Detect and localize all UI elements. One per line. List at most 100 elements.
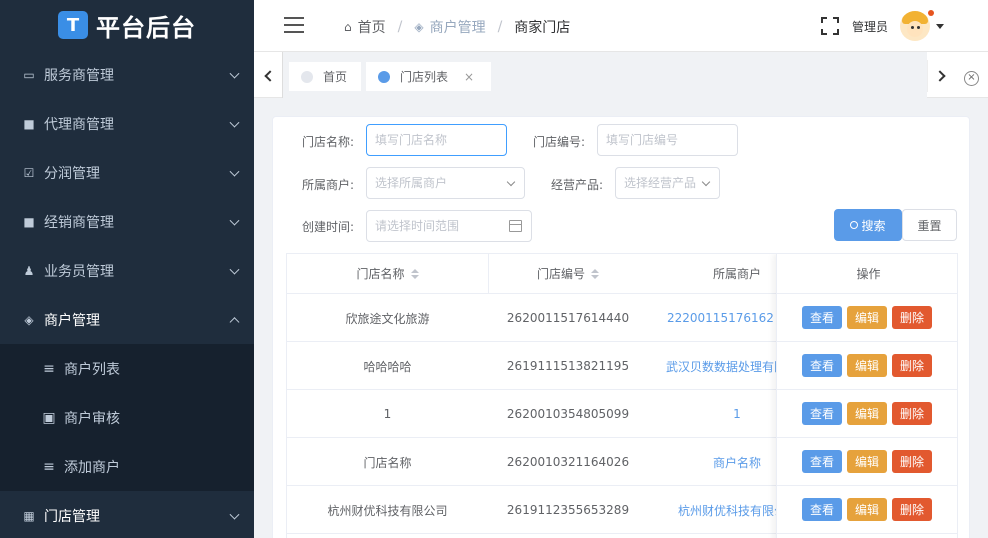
list-icon: ≡ (43, 360, 55, 377)
ops-row: 查看 编辑 删除 (777, 294, 957, 342)
store-no-label: 门店编号: (533, 135, 586, 149)
product-select-placeholder: 选择经营产品 (624, 176, 697, 190)
cell-merchant-link[interactable]: 武汉贝数数据处理有限 (666, 342, 776, 390)
ops-row: 查看 编辑 删除 (777, 390, 957, 438)
cell-merchant-link[interactable]: 商户名称 (687, 438, 787, 486)
sidebar-item-profit-share[interactable]: ☑ 分润管理 (0, 148, 254, 197)
cell-store-no: 2620010321164026 (506, 455, 630, 469)
search-button[interactable]: 搜索 (834, 209, 902, 241)
breadcrumb: ⌂ 首页 / ◈ 商户管理 / 商家门店 (344, 17, 570, 37)
view-button[interactable]: 查看 (802, 402, 842, 425)
merchant-select-placeholder: 选择所属商户 (375, 176, 448, 190)
app-title: 平台后台 (96, 13, 196, 42)
view-button[interactable]: 查看 (802, 450, 842, 473)
view-button[interactable]: 查看 (802, 354, 842, 377)
content-card: 门店名称: 填写门店名称 门店编号: 填写门店编号 所属商户: 选择所属商户 经… (272, 116, 970, 538)
store-no-input[interactable]: 填写门店编号 (597, 124, 738, 156)
delete-button[interactable]: 删除 (892, 498, 932, 521)
chevron-down-icon (229, 166, 240, 177)
sidebar-item-label: 业务员管理 (44, 263, 114, 280)
sidebar-item-distributor[interactable]: ■ 经销商管理 (0, 197, 254, 246)
user-icon: ♟ (23, 263, 35, 278)
logo-icon: T (58, 11, 88, 39)
sort-icon[interactable] (410, 268, 419, 279)
home-icon: ⌂ (344, 20, 352, 34)
ops-row: 查看 编辑 删除 (777, 438, 957, 486)
sidebar-item-label: 门店管理 (44, 508, 100, 525)
col-header-label: 所属商户 (712, 267, 761, 281)
chevron-down-icon (229, 117, 240, 128)
calendar-icon (509, 220, 522, 232)
cell-merchant-link[interactable]: 1 (687, 390, 787, 438)
view-button[interactable]: 查看 (802, 306, 842, 329)
edit-button[interactable]: 编辑 (847, 402, 887, 425)
col-header-name[interactable]: 门店名称 (287, 254, 488, 294)
sidebar-item-store[interactable]: ▦ 门店管理 (0, 491, 254, 538)
cell-store-no: 2619112355653289 (506, 503, 630, 517)
fullscreen-icon[interactable] (821, 17, 839, 35)
tags-bar: 首页 门店列表 × × (254, 52, 988, 98)
tag-store-list[interactable]: 门店列表 × (366, 62, 491, 91)
cell-merchant-link[interactable]: 22200115176162 (667, 294, 776, 342)
reset-button[interactable]: 重置 (902, 209, 957, 241)
grid-icon: ▦ (23, 508, 35, 523)
merchant-label: 所属商户: (302, 178, 355, 192)
breadcrumb-label: 商户管理 (429, 20, 486, 36)
hamburger-icon[interactable] (284, 17, 304, 33)
store-name-label: 门店名称: (302, 135, 355, 149)
caret-down-icon[interactable] (936, 24, 944, 29)
sidebar-item-service-provider[interactable]: ▭ 服务商管理 (0, 50, 254, 99)
chevron-down-icon (229, 215, 240, 226)
chevron-down-icon (229, 68, 240, 79)
chevron-down-icon (229, 264, 240, 275)
col-header-label: 门店名称 (356, 267, 405, 281)
close-all-tags-icon[interactable]: × (964, 71, 979, 86)
merchant-select[interactable]: 选择所属商户 (366, 167, 525, 199)
breadcrumb-merchant[interactable]: ◈ 商户管理 (414, 17, 485, 37)
sidebar-item-agent[interactable]: ■ 代理商管理 (0, 99, 254, 148)
tags-scroll-left-button[interactable] (254, 60, 282, 92)
chevron-down-icon (229, 509, 240, 520)
chevron-up-icon (229, 316, 240, 327)
sidebar-item-add-merchant[interactable]: ≡ 添加商户 (0, 442, 254, 491)
cell-store-no: 2620011517614440 (506, 311, 630, 325)
delete-button[interactable]: 删除 (892, 402, 932, 425)
store-name-input[interactable]: 填写门店名称 (366, 124, 507, 156)
edit-button[interactable]: 编辑 (847, 498, 887, 521)
delete-button[interactable]: 删除 (892, 450, 932, 473)
tags-scroll-right-button[interactable] (927, 60, 955, 92)
username[interactable]: 管理员 (852, 18, 888, 35)
col-header-label: 门店编号 (536, 267, 585, 281)
tags-list: 首页 门店列表 × (282, 52, 927, 98)
product-select[interactable]: 选择经营产品 (615, 167, 720, 199)
sidebar-item-label: 分润管理 (44, 165, 100, 182)
tag-label: 首页 (323, 70, 348, 84)
delete-button[interactable]: 删除 (892, 306, 932, 329)
time-range-picker[interactable]: 请选择时间范围 (366, 210, 532, 242)
cell-store-no: 2620010354805099 (506, 407, 630, 421)
edit-button[interactable]: 编辑 (847, 354, 887, 377)
avatar[interactable] (900, 11, 930, 41)
cell-merchant-link[interactable]: 杭州财优科技有限公 (678, 486, 776, 534)
sidebar-item-label: 代理商管理 (44, 116, 114, 133)
search-icon (850, 221, 859, 229)
view-button[interactable]: 查看 (802, 498, 842, 521)
sidebar-item-merchant[interactable]: ◈ 商户管理 (0, 295, 254, 344)
sidebar-item-salesman[interactable]: ♟ 业务员管理 (0, 246, 254, 295)
edit-button[interactable]: 编辑 (847, 306, 887, 329)
clipboard-icon: ▣ (42, 409, 56, 426)
delete-button[interactable]: 删除 (892, 354, 932, 377)
cell-store-name: 杭州财优科技有限公司 (327, 503, 448, 518)
chevron-left-icon (264, 70, 276, 82)
sidebar-item-merchant-review[interactable]: ▣ 商户审核 (0, 393, 254, 442)
close-icon[interactable]: × (464, 70, 474, 84)
tag-home[interactable]: 首页 (289, 62, 361, 91)
col-header-no[interactable]: 门店编号 (489, 254, 647, 294)
edit-button[interactable]: 编辑 (847, 450, 887, 473)
breadcrumb-home[interactable]: ⌂ 首页 (344, 17, 386, 37)
ops-row: 查看 编辑 删除 (777, 342, 957, 390)
sidebar-item-label: 服务商管理 (44, 67, 114, 84)
sidebar-item-merchant-list[interactable]: ≡ 商户列表 (0, 344, 254, 393)
tag-label: 门店列表 (400, 70, 449, 84)
sort-icon[interactable] (591, 268, 599, 279)
